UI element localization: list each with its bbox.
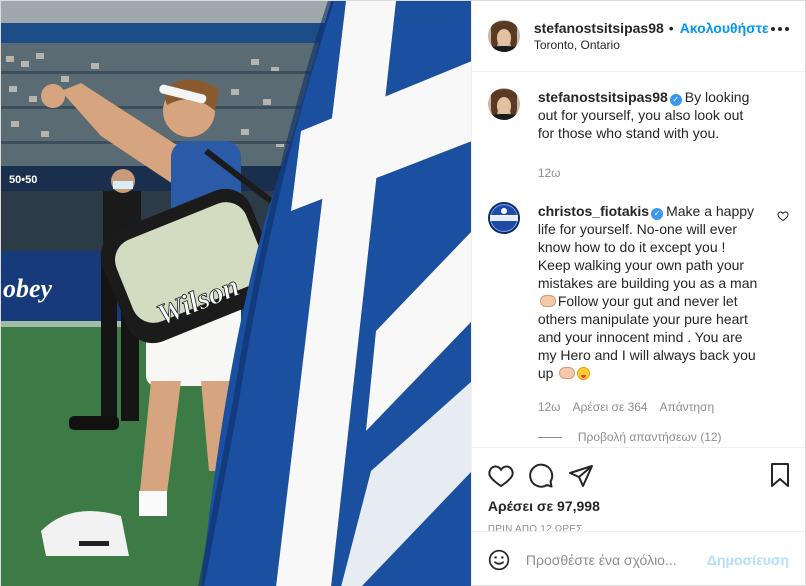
comment-bubble-icon[interactable]	[528, 463, 554, 489]
header-text: stefanostsitsipas98 • Ακολουθήστε Toront…	[534, 20, 769, 52]
post-comment-button[interactable]: Δημοσίευση	[707, 552, 789, 568]
comment-time[interactable]: 12ω	[538, 398, 561, 416]
comments-section: stefanostsitsipas98 ✓ By looking out for y…	[472, 72, 805, 447]
caption-body: stefanostsitsipas98 ✓ By looking out for y…	[538, 88, 762, 182]
instagram-post: 50•50 obey Wilson stefanostsitsipas98 • …	[0, 0, 806, 586]
action-icons	[488, 456, 789, 496]
header-separator: •	[668, 20, 674, 36]
reply-button[interactable]: Απάντηση	[660, 398, 715, 416]
like-heart-icon[interactable]	[488, 464, 514, 488]
comment-body: christos_fiotakis ✓ Make a happy life for …	[538, 202, 762, 416]
add-comment-bar: Δημοσίευση	[471, 531, 805, 586]
replies-divider	[537, 436, 562, 438]
post-actions: Αρέσει σε 97,998 ΠΡΙΝ ΑΠΟ 12 ΩΡΕΣ Δημοσί…	[471, 447, 805, 586]
comment-username[interactable]: christos_fiotakis	[538, 203, 649, 219]
comment-item: christos_fiotakis ✓ Make a happy life for …	[487, 202, 789, 416]
caption-username[interactable]: stefanostsitsipas98	[538, 89, 668, 105]
comment-input[interactable]	[525, 551, 707, 568]
caption-avatar[interactable]	[487, 88, 520, 120]
comment-like-heart-icon[interactable]	[777, 210, 789, 222]
banner-text: 50•50	[9, 174, 37, 186]
share-send-icon[interactable]	[568, 464, 594, 488]
post-photo[interactable]: 50•50 obey Wilson	[1, 1, 471, 586]
likes-count[interactable]: Αρέσει σε 97,998	[488, 498, 789, 514]
post-side-panel: stefanostsitsipas98 • Ακολουθήστε Toront…	[470, 1, 805, 586]
follow-button[interactable]: Ακολουθήστε	[680, 20, 769, 36]
bookmark-icon[interactable]	[769, 462, 791, 488]
tennis-player-photo: 50•50 obey Wilson	[1, 1, 471, 586]
author-avatar[interactable]	[487, 20, 520, 52]
commenter-avatar[interactable]	[487, 202, 520, 234]
sponsor-text: obey	[3, 274, 53, 303]
view-replies-label[interactable]: Προβολή απαντήσεων (12)	[578, 430, 722, 444]
comment-likes[interactable]: Αρέσει σε 364	[573, 398, 648, 416]
emoji-smiley-icon[interactable]	[488, 547, 510, 573]
verified-badge-icon: ✓	[669, 94, 682, 106]
location-link[interactable]: Toronto, Ontario	[534, 38, 769, 52]
clapping-emoji-icon	[559, 367, 576, 379]
wink-kiss-emoji-icon	[577, 367, 591, 380]
more-options-icon[interactable]	[771, 27, 789, 31]
caption: stefanostsitsipas98 ✓ By looking out for y…	[487, 88, 789, 182]
view-replies[interactable]: Προβολή απαντήσεων (12)	[537, 430, 789, 444]
verified-badge-icon: ✓	[651, 208, 664, 220]
post-header: stefanostsitsipas98 • Ακολουθήστε Toront…	[471, 1, 805, 72]
caption-time[interactable]: 12ω	[538, 164, 561, 182]
header-username[interactable]: stefanostsitsipas98	[534, 20, 664, 36]
clapping-emoji-icon	[539, 295, 556, 307]
